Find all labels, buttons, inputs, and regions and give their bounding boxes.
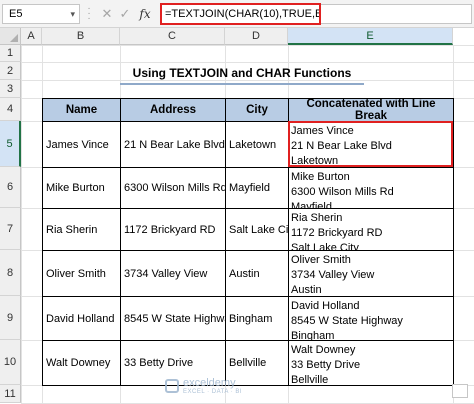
table-header-2: Address bbox=[120, 98, 226, 122]
table-cell-concatenated[interactable]: Ria Sherin 1172 Brickyard RD Salt Lake Cit… bbox=[288, 208, 454, 251]
concatenated-line: Ria Sherin bbox=[291, 212, 343, 224]
select-all-button[interactable] bbox=[0, 28, 21, 45]
insert-function-icon[interactable]: fx bbox=[137, 4, 153, 24]
table-cell-city[interactable]: Austin bbox=[225, 250, 289, 297]
chevron-down-icon[interactable]: ▾ bbox=[70, 5, 75, 23]
column-header-c[interactable]: C bbox=[120, 28, 225, 45]
table-cell-name[interactable]: David Holland bbox=[42, 296, 121, 341]
check-icon[interactable]: ✓ bbox=[118, 4, 132, 24]
exceldemy-logo-icon bbox=[165, 379, 179, 393]
table-cell-name[interactable]: Walt Downey bbox=[42, 340, 121, 386]
watermark-name: exceldemy bbox=[183, 377, 236, 389]
column-header-d[interactable]: D bbox=[225, 28, 288, 45]
table-cell-name[interactable]: James Vince bbox=[42, 121, 121, 168]
column-header-e[interactable]: E bbox=[288, 28, 453, 45]
table-cell-address[interactable]: 6300 Wilson Mills Rd bbox=[120, 167, 226, 209]
concatenated-line: 3734 Valley View bbox=[291, 269, 375, 281]
select-all-icon bbox=[10, 34, 18, 42]
formula-input[interactable]: =TEXTJOIN(CHAR(10),TRUE,B5:D5) bbox=[160, 3, 321, 25]
watermark-tagline: EXCEL · DATA · BI bbox=[183, 389, 243, 395]
table-cell-city[interactable]: Laketown bbox=[225, 121, 289, 168]
watermark: exceldemy EXCEL · DATA · BI bbox=[165, 376, 255, 396]
table-cell-concatenated[interactable]: David Holland 8545 W State Highway Bingham bbox=[288, 296, 454, 341]
row-header-7[interactable]: 7 bbox=[0, 208, 21, 250]
concatenated-line: 8545 W State Highway bbox=[291, 315, 403, 327]
concatenated-line: Mike Burton bbox=[291, 171, 350, 183]
drag-handle-icon[interactable]: · · · bbox=[86, 4, 92, 24]
concatenated-line: David Holland bbox=[291, 300, 360, 312]
concatenated-line: 6300 Wilson Mills Rd bbox=[291, 186, 394, 198]
name-box[interactable]: E5 ▾ bbox=[2, 4, 80, 24]
title-underline bbox=[120, 83, 364, 85]
table-cell-city[interactable]: Mayfield bbox=[225, 167, 289, 209]
table-cell-name[interactable]: Mike Burton bbox=[42, 167, 121, 209]
table-cell-concatenated[interactable]: Mike Burton 6300 Wilson Mills Rd Mayfield bbox=[288, 167, 454, 209]
quick-analysis-icon[interactable] bbox=[452, 384, 468, 398]
concatenated-line: 1172 Brickyard RD bbox=[291, 227, 383, 239]
table-cell-name[interactable]: Oliver Smith bbox=[42, 250, 121, 297]
table-cell-city[interactable]: Bingham bbox=[225, 296, 289, 341]
concatenated-line: Walt Downey bbox=[291, 344, 356, 356]
table-header-4: Concatenated with Line Break bbox=[288, 98, 454, 122]
row-header-6[interactable]: 6 bbox=[0, 167, 21, 208]
row-header-2[interactable]: 2 bbox=[0, 62, 21, 80]
row-header-10[interactable]: 10 bbox=[0, 340, 21, 385]
table-cell-name[interactable]: Ria Sherin bbox=[42, 208, 121, 251]
row-header-8[interactable]: 8 bbox=[0, 250, 21, 296]
row-header-5[interactable]: 5 bbox=[0, 121, 21, 167]
name-box-value: E5 bbox=[9, 8, 23, 20]
row-header-9[interactable]: 9 bbox=[0, 296, 21, 340]
table-cell-concatenated[interactable]: Oliver Smith 3734 Valley View Austin bbox=[288, 250, 454, 297]
table-cell-address[interactable]: 1172 Brickyard RD bbox=[120, 208, 226, 251]
concatenated-line: Bellville bbox=[291, 374, 329, 386]
table-cell-address[interactable]: 8545 W State Highway bbox=[120, 296, 226, 341]
row-header-4[interactable]: 4 bbox=[0, 98, 21, 121]
table-header-1: Name bbox=[42, 98, 121, 122]
cancel-icon[interactable]: ✕ bbox=[100, 4, 114, 24]
table-header-3: City bbox=[225, 98, 289, 122]
sheet-title: Using TEXTJOIN and CHAR Functions bbox=[132, 66, 352, 80]
grid-line-horizontal bbox=[21, 45, 474, 46]
row-header-11[interactable]: 11 bbox=[0, 385, 21, 403]
formula-input-area[interactable] bbox=[321, 4, 472, 24]
row-header-1[interactable]: 1 bbox=[0, 45, 21, 62]
selected-cell-highlight bbox=[288, 121, 453, 167]
table-cell-concatenated[interactable]: Walt Downey 33 Betty Drive Bellville bbox=[288, 340, 454, 386]
concatenated-line: 33 Betty Drive bbox=[291, 359, 361, 371]
row-header-3[interactable]: 3 bbox=[0, 80, 21, 98]
concatenated-line: Oliver Smith bbox=[291, 254, 351, 266]
table-cell-city[interactable]: Salt Lake City bbox=[225, 208, 289, 251]
table-cell-address[interactable]: 3734 Valley View bbox=[120, 250, 226, 297]
table-cell-address[interactable]: 21 N Bear Lake Blvd bbox=[120, 121, 226, 168]
column-header-a[interactable]: A bbox=[21, 28, 42, 45]
concatenated-line: Austin bbox=[291, 284, 322, 296]
column-header-b[interactable]: B bbox=[42, 28, 120, 45]
